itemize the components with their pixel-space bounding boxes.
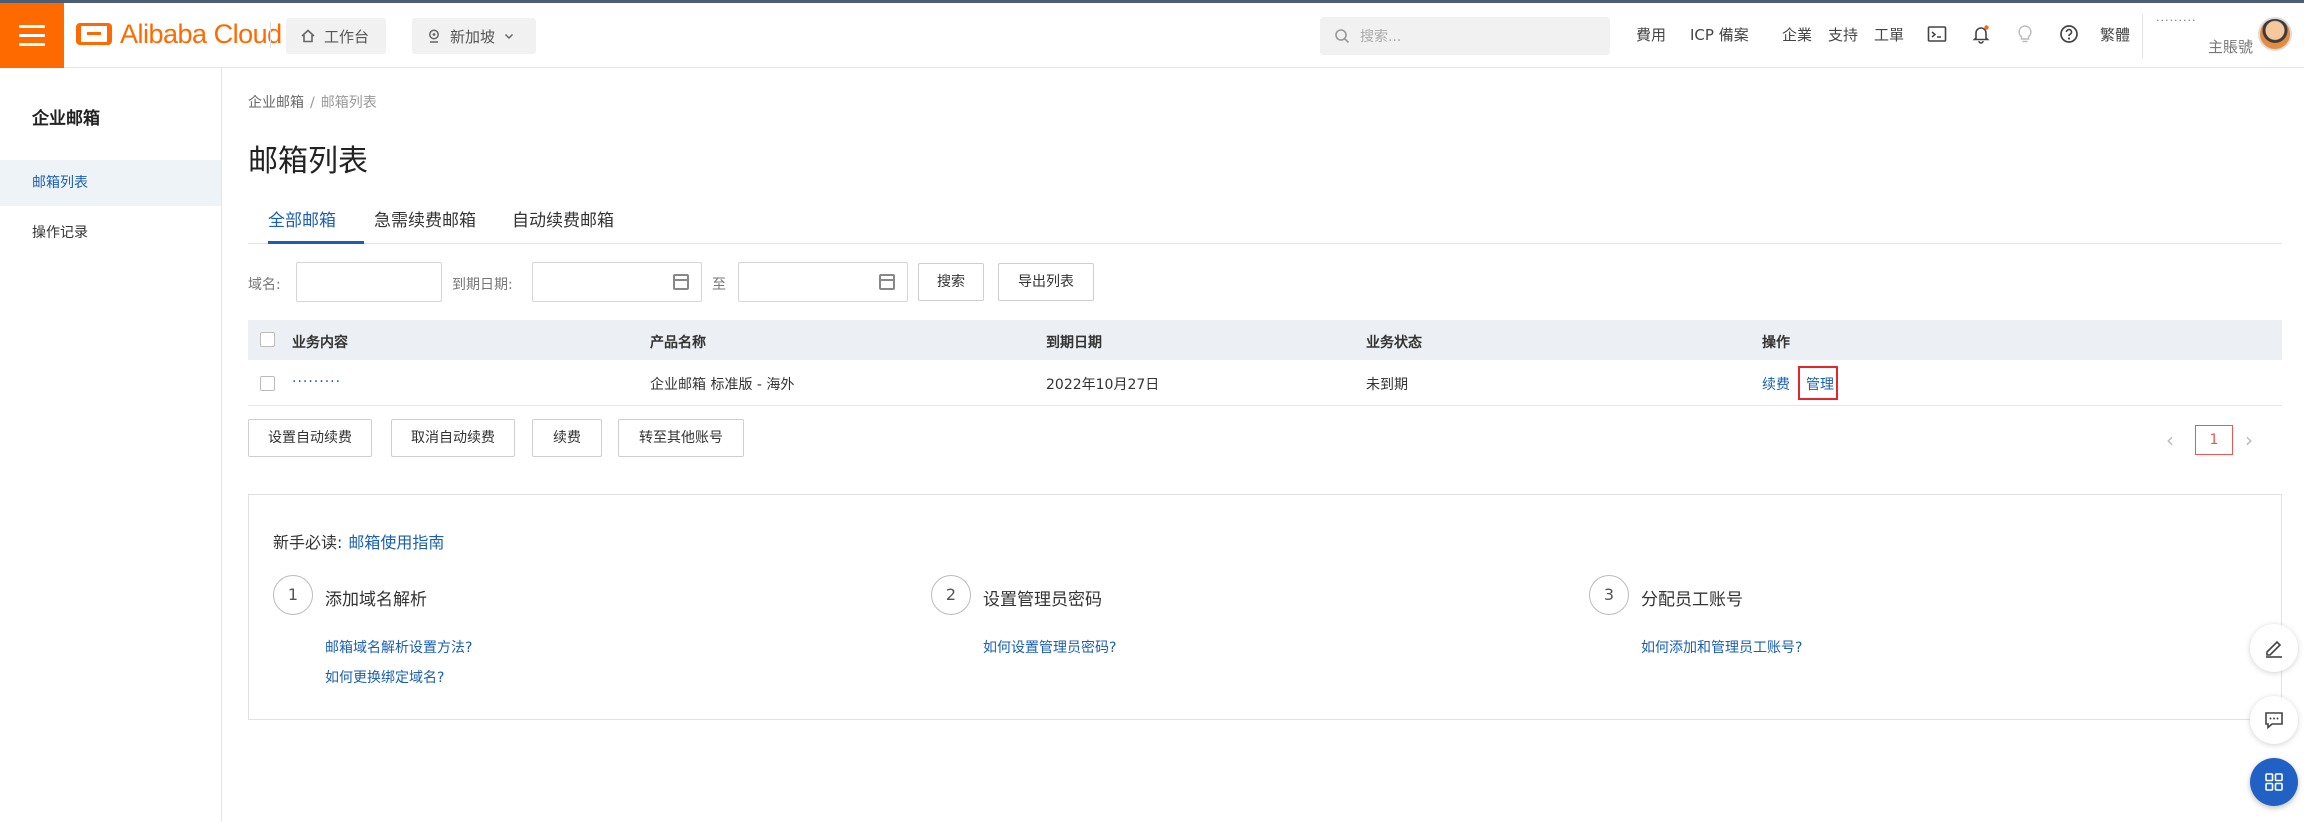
step-label: 分配员工账号 [1641, 590, 1743, 610]
edit-icon [2266, 640, 2282, 658]
tab-urgent-renewal[interactable]: 急需续费邮箱 [374, 198, 476, 244]
set-auto-renew-button[interactable]: 设置自动续费 [248, 419, 372, 457]
column-header-status: 业务状态 [1366, 335, 1422, 351]
nav-ticket[interactable]: 工單 [1874, 24, 1904, 46]
step-label: 设置管理员密码 [983, 590, 1102, 610]
product-name: 企业邮箱 标准版 - 海外 [650, 377, 795, 393]
nav-icp[interactable]: ICP 備案 [1690, 24, 1749, 46]
status: 未到期 [1366, 377, 1408, 393]
hamburger-icon-line [19, 25, 45, 28]
help-icon[interactable] [2058, 23, 2080, 45]
edit-float-button[interactable] [2250, 624, 2298, 672]
row-checkbox[interactable] [260, 376, 275, 391]
previous-page-button[interactable]: ‹ [2166, 428, 2174, 452]
language-switch[interactable]: 繁體 [2100, 24, 2130, 46]
step-help-link[interactable]: 如何添加和管理员工账号? [1641, 637, 1802, 657]
tab-auto-renewal[interactable]: 自动续费邮箱 [512, 198, 614, 244]
breadcrumb-current: 邮箱列表 [320, 95, 377, 111]
sidebar-item-mailbox-list[interactable]: 邮箱列表 [0, 160, 221, 206]
current-page[interactable]: 1 [2195, 425, 2233, 455]
calendar-icon [673, 274, 689, 290]
global-search-input[interactable]: 搜索... [1320, 17, 1610, 55]
domain-filter-label: 域名: [248, 277, 281, 293]
region-selector[interactable]: 新加坡 [412, 18, 536, 54]
divider [2142, 14, 2143, 58]
guide-prefix: 新手必读: [273, 533, 343, 552]
expiry-date: 2022年10月27日 [1046, 377, 1160, 393]
step-number: 3 [1589, 575, 1629, 615]
step-help-link[interactable]: 邮箱域名解析设置方法? [325, 637, 472, 657]
logo-text: Alibaba Cloud [120, 18, 282, 49]
top-navigation-bar: Alibaba Cloud 工作台 新加坡 搜索... 費用 ICP 備案 企業… [0, 0, 2304, 68]
select-all-checkbox[interactable] [260, 332, 275, 347]
transfer-account-button[interactable]: 转至其他账号 [618, 419, 744, 457]
renew-button[interactable]: 续费 [532, 419, 602, 457]
tab-all-mailboxes[interactable]: 全部邮箱 [268, 198, 364, 244]
step-help-link[interactable]: 如何设置管理员密码? [983, 637, 1116, 657]
sidebar-title: 企业邮箱 [32, 109, 100, 129]
breadcrumb-separator: / [310, 95, 315, 111]
step-label: 添加域名解析 [325, 590, 427, 610]
guide-link[interactable]: 邮箱使用指南 [348, 533, 444, 552]
calendar-icon [879, 274, 895, 290]
sidebar: 企业邮箱 邮箱列表 操作记录 [0, 68, 222, 822]
getting-started-guide: 新手必读: 邮箱使用指南 1 添加域名解析 邮箱域名解析设置方法? 如何更换绑定域… [248, 494, 2282, 720]
breadcrumb: 企业邮箱 / 邮箱列表 [248, 92, 377, 112]
region-label: 新加坡 [450, 27, 496, 46]
alibaba-cloud-logo[interactable]: Alibaba Cloud [76, 18, 282, 50]
table-row: ········· 企业邮箱 标准版 - 海外 2022年10月27日 未到期 … [248, 360, 2282, 406]
breadcrumb-root[interactable]: 企业邮箱 [248, 95, 304, 111]
guide-title: 新手必读: 邮箱使用指南 [273, 529, 444, 553]
divider [270, 22, 271, 48]
table-header: 业务内容 产品名称 到期日期 业务状态 操作 [248, 320, 2282, 360]
apps-grid-icon [2265, 773, 2283, 791]
sidebar-item-operation-log[interactable]: 操作记录 [0, 210, 221, 256]
search-button[interactable]: 搜索 [918, 263, 984, 301]
bell-icon[interactable] [1970, 23, 1992, 45]
mailbox-domain-link[interactable]: ········· [292, 374, 341, 390]
feedback-float-button[interactable] [2250, 696, 2298, 744]
account-name[interactable]: ········· [2156, 14, 2196, 27]
domain-input[interactable] [296, 262, 442, 302]
expiry-start-date-picker[interactable] [532, 262, 702, 302]
search-icon [1335, 29, 1350, 44]
hamburger-icon-line [19, 43, 45, 46]
date-range-separator: 至 [712, 277, 726, 293]
search-placeholder: 搜索... [1360, 29, 1402, 45]
chat-icon [2265, 712, 2283, 730]
step-number: 2 [931, 575, 971, 615]
avatar[interactable] [2258, 17, 2292, 51]
home-icon [301, 29, 315, 43]
cancel-auto-renew-button[interactable]: 取消自动续费 [391, 419, 515, 457]
column-header-content: 业务内容 [292, 335, 348, 351]
alibaba-logo-icon [76, 23, 112, 45]
terminal-icon[interactable] [1926, 23, 1948, 45]
step-help-link[interactable]: 如何更换绑定域名? [325, 667, 444, 687]
tab-bar: 全部邮箱 急需续费邮箱 自动续费邮箱 [248, 198, 2282, 244]
renew-link[interactable]: 续费 [1762, 374, 1790, 394]
workbench-label: 工作台 [324, 27, 370, 46]
nav-enterprise[interactable]: 企業 [1782, 24, 1812, 46]
step-number: 1 [273, 575, 313, 615]
hamburger-icon-line [19, 34, 45, 37]
page-title: 邮箱列表 [248, 144, 368, 179]
nav-support[interactable]: 支持 [1828, 24, 1858, 46]
expiry-date-label: 到期日期: [452, 277, 513, 293]
location-pin-icon [429, 29, 439, 43]
next-page-button[interactable]: › [2245, 428, 2253, 452]
manage-highlight-box [1798, 366, 1838, 400]
lightbulb-icon[interactable] [2014, 23, 2036, 45]
account-role[interactable]: 主賬號 [2208, 36, 2253, 57]
column-header-product: 产品名称 [650, 335, 706, 351]
column-header-actions: 操作 [1762, 335, 1790, 351]
expiry-end-date-picker[interactable] [738, 262, 908, 302]
hamburger-menu-button[interactable] [0, 3, 64, 68]
nav-fees[interactable]: 費用 [1636, 24, 1666, 46]
export-list-button[interactable]: 导出列表 [998, 263, 1094, 301]
chevron-down-icon [504, 33, 514, 40]
apps-float-button[interactable] [2250, 758, 2298, 806]
column-header-expiry: 到期日期 [1046, 335, 1102, 351]
workbench-button[interactable]: 工作台 [286, 18, 386, 54]
